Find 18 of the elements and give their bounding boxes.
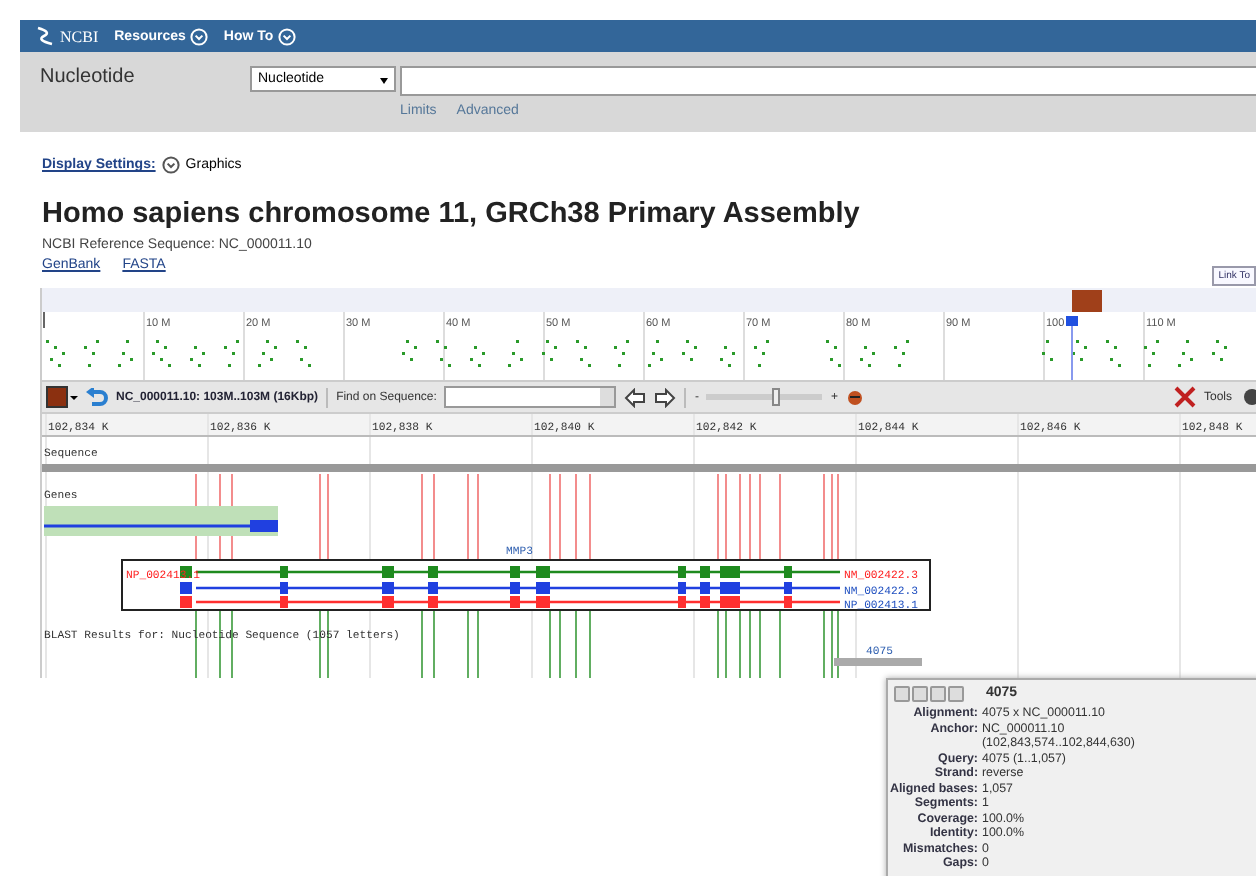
undo-icon[interactable] <box>86 387 108 407</box>
chevron-icon[interactable] <box>161 156 180 174</box>
gene-bar[interactable] <box>44 506 278 536</box>
position-marker[interactable] <box>1072 290 1102 312</box>
transcript-drawing[interactable] <box>180 582 840 594</box>
transcript-drawing[interactable] <box>180 596 840 608</box>
search-field[interactable] <box>400 66 1256 96</box>
database-name: Nucleotide <box>40 66 137 92</box>
find-field[interactable] <box>444 386 617 408</box>
logo-text: NCBI <box>60 27 99 45</box>
ncbi-logo[interactable]: NCBI <box>36 26 99 46</box>
helix-icon <box>36 26 54 46</box>
tools-icon[interactable] <box>1173 386 1196 408</box>
range-marker[interactable] <box>1066 316 1078 326</box>
left-arrow-icon[interactable] <box>624 387 647 407</box>
page-title: Homo sapiens chromosome 11, GRCh38 Primary Assembly <box>42 198 862 230</box>
right-arrow-icon[interactable] <box>654 387 677 407</box>
color-picker[interactable] <box>46 386 78 408</box>
